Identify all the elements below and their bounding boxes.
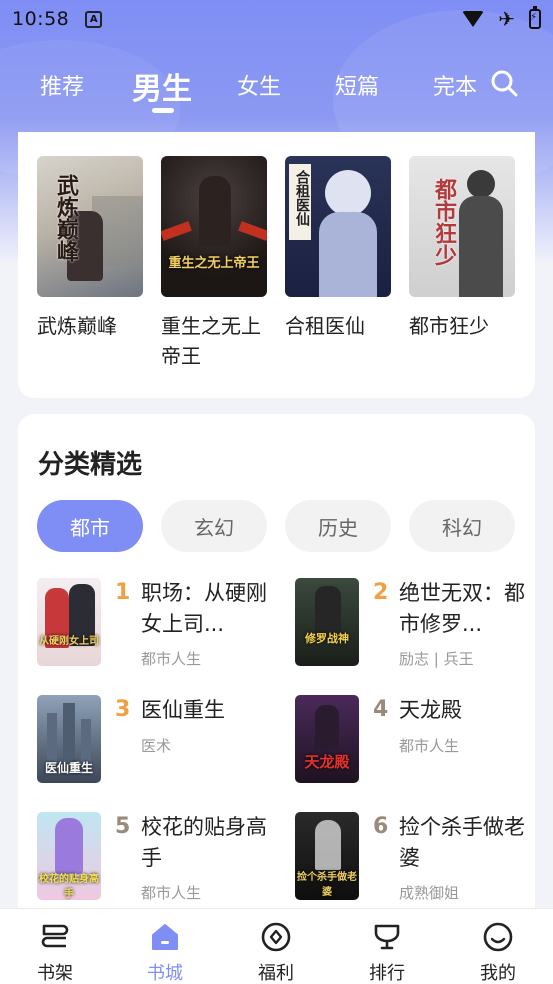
book-tag: 成熟御姐 — [399, 884, 460, 902]
cover-title: 医仙重生 — [44, 761, 93, 775]
trophy-icon — [374, 924, 400, 950]
battery-icon — [529, 6, 541, 29]
rank-number: 1 — [115, 580, 131, 605]
cover-title: 武炼巅峰 — [53, 174, 78, 262]
nav-label: 我的 — [480, 963, 516, 984]
airplane-mode-icon: ✈ — [498, 7, 515, 31]
chip-fantasy[interactable]: 玄幻 — [161, 500, 267, 552]
featured-book[interactable]: 武炼巅峰 武炼巅峰 — [37, 156, 143, 341]
ranked-book[interactable]: 修罗战神 2 绝世无双：都市修罗... 励志 | 兵王 — [295, 578, 525, 678]
cover-title: 天龙殿 — [304, 753, 350, 771]
nav-profile[interactable]: 我的 — [453, 909, 543, 984]
nav-welfare[interactable]: 福利 — [231, 909, 321, 984]
tab-completed[interactable]: 完本 — [433, 69, 477, 101]
book-title: 合租医仙 — [285, 314, 365, 338]
tab-male[interactable]: 男生 — [132, 64, 192, 108]
tab-recommend[interactable]: 推荐 — [40, 69, 84, 101]
book-cover: 武炼巅峰 — [37, 156, 143, 297]
rank-number: 6 — [373, 814, 389, 839]
book-title: 校花的贴身高手 — [141, 815, 267, 870]
nav-ranking[interactable]: 排行 — [342, 909, 432, 984]
ranked-book[interactable]: 天龙殿 4 天龙殿 都市人生 — [295, 695, 525, 795]
ranked-book[interactable]: 医仙重生 3 医仙重生 医术 — [37, 695, 267, 795]
category-section-card: 分类精选 都市 玄幻 历史 科幻 从硬刚女上司 1 职场：从硬刚女上司... 都… — [18, 414, 535, 934]
featured-books-card: 武炼巅峰 武炼巅峰 重生之无上帝王 重生之无上帝王 合租医仙 合租医仙 都市狂少 — [18, 132, 535, 398]
book-cover: 捡个杀手做老婆 — [295, 812, 359, 900]
book-tag: 都市人生 — [141, 884, 202, 902]
chip-scifi[interactable]: 科幻 — [409, 500, 515, 552]
status-bar: 10:58 A ✈ — [0, 0, 553, 38]
ranked-book[interactable]: 校花的贴身高手 5 校花的贴身高手 都市人生 — [37, 812, 267, 912]
rank-number: 5 — [115, 814, 131, 839]
book-title: 医仙重生 — [141, 698, 225, 722]
book-cover: 重生之无上帝王 — [161, 156, 267, 297]
section-title: 分类精选 — [38, 450, 143, 480]
book-title: 都市狂少 — [409, 314, 489, 338]
book-tag: 都市人生 — [141, 650, 202, 668]
wifi-icon — [462, 11, 485, 27]
search-icon[interactable] — [490, 69, 518, 97]
tab-short[interactable]: 短篇 — [335, 69, 379, 101]
book-cover: 合租医仙 — [285, 156, 391, 297]
book-tag: 医术 — [141, 737, 172, 755]
book-title: 绝世无双：都市修罗... — [399, 581, 525, 636]
cover-title: 修罗战神 — [305, 632, 349, 645]
rank-number: 4 — [373, 697, 389, 722]
cover-title: 都市狂少 — [431, 178, 456, 266]
book-title: 重生之无上帝王 — [161, 314, 261, 368]
nav-label: 书架 — [37, 963, 73, 984]
top-tab-bar: 推荐 男生 女生 短篇 完本 — [0, 56, 553, 116]
bottom-nav: 书架 书城 福利 排行 我的 — [0, 908, 553, 984]
featured-book[interactable]: 重生之无上帝王 重生之无上帝王 — [161, 156, 267, 371]
featured-book[interactable]: 都市狂少 都市狂少 — [409, 156, 515, 341]
nav-label: 书城 — [147, 963, 183, 984]
home-icon — [152, 924, 178, 950]
book-cover: 修罗战神 — [295, 578, 359, 666]
rank-number: 3 — [115, 697, 131, 722]
rank-number: 2 — [373, 580, 389, 605]
nav-bookshelf[interactable]: 书架 — [10, 909, 100, 984]
cover-title: 重生之无上帝王 — [168, 256, 260, 271]
cover-title: 合租医仙 — [294, 170, 310, 226]
book-cover: 校花的贴身高手 — [37, 812, 101, 900]
book-title: 武炼巅峰 — [37, 314, 117, 338]
featured-book[interactable]: 合租医仙 合租医仙 — [285, 156, 391, 341]
book-tag: 都市人生 — [399, 737, 460, 755]
book-cover: 从硬刚女上司 — [37, 578, 101, 666]
nav-label: 排行 — [369, 963, 405, 984]
welfare-icon — [261, 922, 291, 952]
chip-history[interactable]: 历史 — [285, 500, 391, 552]
book-tag: 励志 | 兵王 — [399, 650, 474, 668]
book-cover: 都市狂少 — [409, 156, 515, 297]
tab-female[interactable]: 女生 — [237, 69, 281, 101]
ranked-book[interactable]: 从硬刚女上司 1 职场：从硬刚女上司... 都市人生 — [37, 578, 267, 678]
smile-icon — [483, 922, 513, 952]
book-cover: 天龙殿 — [295, 695, 359, 783]
book-title: 天龙殿 — [399, 698, 462, 722]
bookshelf-icon — [41, 924, 69, 948]
nav-label: 福利 — [258, 963, 294, 984]
book-title: 捡个杀手做老婆 — [399, 815, 525, 870]
active-tab-indicator — [152, 108, 174, 113]
ranked-book[interactable]: 捡个杀手做老婆 6 捡个杀手做老婆 成熟御姐 — [295, 812, 525, 912]
status-time: 10:58 — [12, 8, 70, 30]
cover-title: 捡个杀手做老婆 — [297, 872, 357, 898]
cover-title: 校花的贴身高手 — [39, 874, 99, 900]
book-title: 职场：从硬刚女上司... — [141, 581, 267, 636]
chip-urban[interactable]: 都市 — [37, 500, 143, 552]
notification-icon: A — [85, 10, 103, 28]
cover-title: 从硬刚女上司 — [39, 636, 99, 647]
book-cover: 医仙重生 — [37, 695, 101, 783]
nav-bookstore[interactable]: 书城 — [120, 909, 210, 984]
